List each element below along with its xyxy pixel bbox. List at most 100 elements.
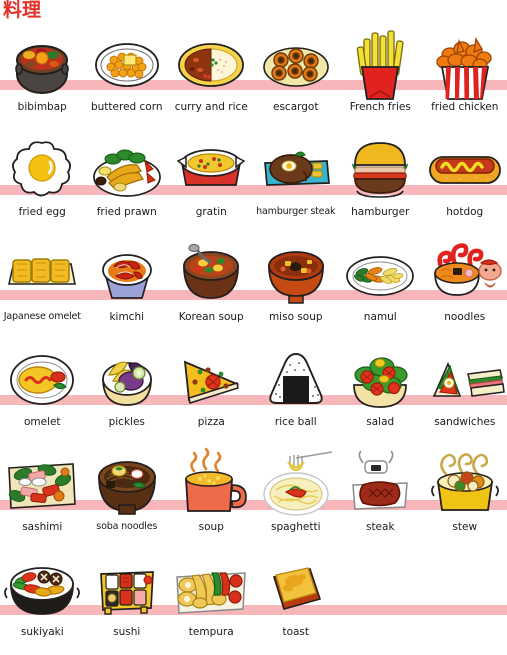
food-item-stew[interactable]: stew	[423, 445, 507, 550]
food-item-kimchi[interactable]: kimchi	[85, 235, 170, 340]
food-item-fried-prawn[interactable]: fried prawn	[85, 130, 170, 235]
item-label: toast	[248, 626, 345, 638]
food-item-fried-egg[interactable]: fried egg	[0, 130, 85, 235]
steak-icon	[338, 445, 422, 525]
pizza-icon	[169, 340, 253, 420]
item-label: sashimi	[0, 521, 91, 533]
japanese-omelet-icon	[0, 235, 84, 315]
stew-icon	[423, 445, 507, 525]
food-item-gratin[interactable]: hamburger steak gratin	[169, 130, 254, 235]
item-label: soba noodles	[79, 521, 176, 533]
food-item-soba-noodles[interactable]: soba noodles	[85, 445, 170, 550]
item-label: escargot	[248, 101, 345, 113]
food-item-sashimi[interactable]: sashimi	[0, 445, 85, 550]
food-item-spaghetti[interactable]: spaghetti	[254, 445, 339, 550]
grid-row: sukiyaki	[0, 550, 507, 655]
item-label: pickles	[79, 416, 176, 428]
food-item-toast[interactable]: toast	[254, 550, 339, 655]
food-item-pizza[interactable]: pizza	[169, 340, 254, 445]
item-label: noodles	[417, 311, 507, 323]
food-item-tempura[interactable]: tempura	[169, 550, 254, 655]
item-label: namul	[332, 311, 429, 323]
item-label: stew	[417, 521, 507, 533]
food-item-fried-chicken[interactable]: fried chicken	[423, 25, 507, 130]
food-item-hotdog[interactable]: hotdog	[423, 130, 507, 235]
soup-icon	[169, 445, 253, 525]
food-item-steak[interactable]: steak	[338, 445, 423, 550]
food-item-soup[interactable]: soup	[169, 445, 254, 550]
item-label: kimchi	[79, 311, 176, 323]
spaghetti-icon	[254, 445, 338, 525]
hamburger-steak-icon	[254, 130, 338, 210]
food-item-korean-soup[interactable]: Korean soup	[169, 235, 254, 340]
hamburger-icon	[338, 130, 422, 210]
food-item-sandwiches[interactable]: sandwiches	[423, 340, 507, 445]
sashimi-icon	[0, 445, 84, 525]
item-label: steak	[332, 521, 429, 533]
kimchi-icon	[85, 235, 169, 315]
food-item-miso-soup[interactable]: miso soup	[254, 235, 339, 340]
food-item-french-fries[interactable]: French fries	[338, 25, 423, 130]
grid-row: bibimbap	[0, 25, 507, 130]
tempura-icon	[169, 550, 253, 630]
sandwiches-icon	[423, 340, 507, 420]
item-label: sushi	[79, 626, 176, 638]
item-label: French fries	[332, 101, 429, 113]
item-label: fried prawn	[79, 206, 176, 218]
item-label: hotdog	[417, 206, 507, 218]
item-label: spaghetti	[248, 521, 345, 533]
bibimbap-icon	[0, 25, 84, 105]
food-item-rice-ball[interactable]: rice ball	[254, 340, 339, 445]
grid-row: sashimi	[0, 445, 507, 550]
item-label: bibimbap	[0, 101, 91, 113]
rice-ball-icon	[254, 340, 338, 420]
omelet-icon	[0, 340, 84, 420]
miso-soup-icon	[254, 235, 338, 315]
fried-prawn-icon	[85, 130, 169, 210]
food-item-hamburger-steak[interactable]: hamburger steak	[254, 130, 339, 235]
item-label: salad	[332, 416, 429, 428]
item-label: hamburger steak	[248, 206, 345, 218]
food-item-salad[interactable]: salad	[338, 340, 423, 445]
food-item-hamburger[interactable]: hamburger	[338, 130, 423, 235]
sukiyaki-icon	[0, 550, 84, 630]
item-label: tempura	[163, 626, 260, 638]
food-item-omelet[interactable]: omelet	[0, 340, 85, 445]
buttered-corn-icon	[85, 25, 169, 105]
food-item-namul[interactable]: namul	[338, 235, 423, 340]
item-label: hamburger	[332, 206, 429, 218]
item-label: miso soup	[248, 311, 345, 323]
item-label: pizza	[163, 416, 260, 428]
food-item-curry-and-rice[interactable]: curry and rice	[169, 25, 254, 130]
food-item-bibimbap[interactable]: bibimbap	[0, 25, 85, 130]
gratin-icon	[169, 130, 253, 210]
escargot-icon	[254, 25, 338, 105]
item-label: omelet	[0, 416, 91, 428]
food-item-sukiyaki[interactable]: sukiyaki	[0, 550, 85, 655]
french-fries-icon	[338, 25, 422, 105]
food-illustration-grid: bibimbap	[0, 25, 507, 655]
food-item-escargot[interactable]: escargot	[254, 25, 339, 130]
food-item-sushi[interactable]: sushi	[85, 550, 170, 655]
food-item-japanese-omelet[interactable]: Japanese omelet	[0, 235, 85, 340]
curry-and-rice-icon	[169, 25, 253, 105]
page-title: 料理	[3, 0, 41, 21]
food-item-pickles[interactable]: pickles	[85, 340, 170, 445]
hotdog-icon	[423, 130, 507, 210]
food-item-noodles[interactable]: noodles	[423, 235, 507, 340]
item-label: rice ball	[248, 416, 345, 428]
item-label: soup	[163, 521, 260, 533]
soba-noodles-icon	[85, 445, 169, 525]
sushi-icon	[85, 550, 169, 630]
grid-row: fried egg	[0, 130, 507, 235]
item-label: sandwiches	[417, 416, 507, 428]
item-label: fried chicken	[417, 101, 507, 113]
item-label: Japanese omelet	[0, 311, 91, 323]
food-item-buttered-corn[interactable]: buttered corn	[85, 25, 170, 130]
pickles-icon	[85, 340, 169, 420]
item-label: gratin	[163, 206, 260, 218]
salad-icon	[338, 340, 422, 420]
korean-soup-icon	[169, 235, 253, 315]
toast-icon	[254, 550, 338, 630]
noodles-icon	[423, 235, 507, 315]
